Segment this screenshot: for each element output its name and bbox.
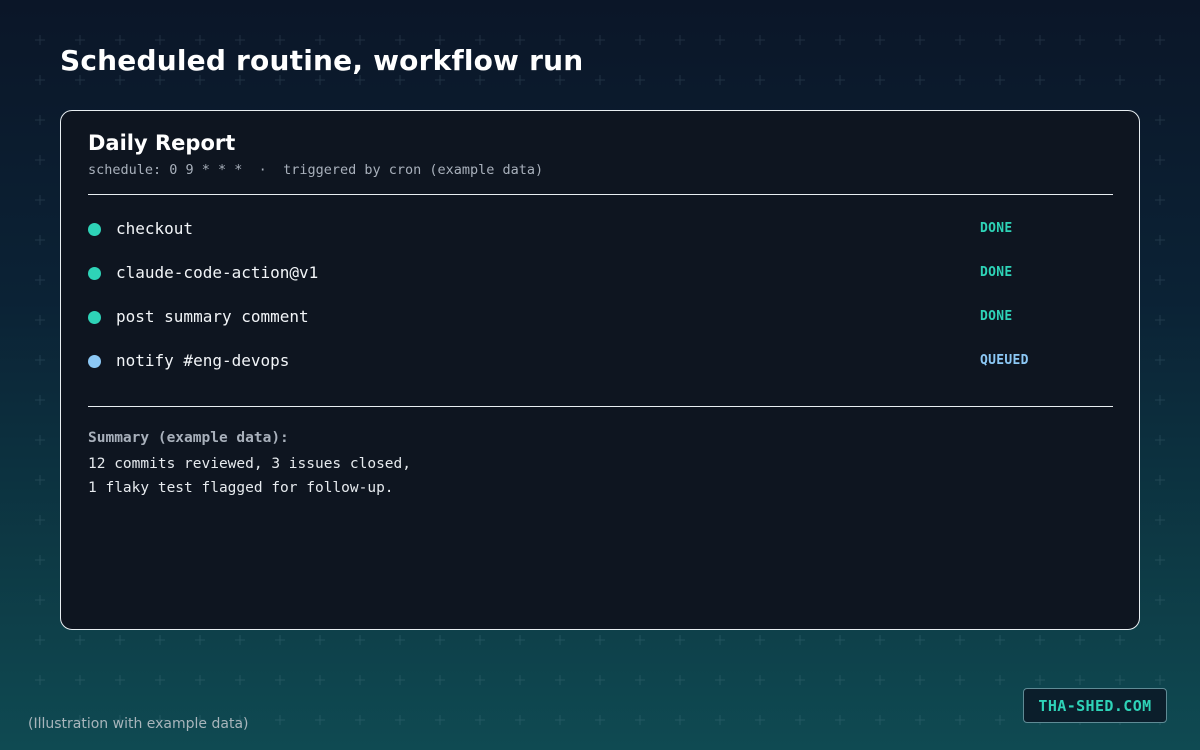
step-name: post summary comment [116, 307, 309, 326]
workflow-step: notify #eng-devops QUEUED [88, 343, 1113, 387]
step-name: claude-code-action@v1 [116, 263, 319, 282]
brand-badge: THA-SHED.COM [1023, 688, 1167, 723]
workflow-step: claude-code-action@v1 DONE [88, 255, 1113, 299]
summary-text-line: 1 flaky test flagged for follow-up. [88, 480, 394, 496]
status-dot-icon [88, 267, 101, 280]
step-status-badge: QUEUED [980, 353, 1029, 368]
workflow-title: Daily Report [88, 131, 236, 155]
step-name: notify #eng-devops [116, 351, 290, 370]
summary-label: Summary (example data): [88, 430, 289, 446]
header-divider [88, 194, 1113, 195]
workflow-run-card: Daily Report schedule: 0 9 * * * · trigg… [60, 110, 1140, 630]
step-status-badge: DONE [980, 309, 1013, 324]
status-dot-icon [88, 223, 101, 236]
status-dot-icon [88, 311, 101, 324]
workflow-steps-list: checkout DONE claude-code-action@v1 DONE… [88, 211, 1113, 387]
page-title: Scheduled routine, workflow run [60, 44, 584, 77]
status-dot-icon [88, 355, 101, 368]
workflow-schedule-subtitle: schedule: 0 9 * * * · triggered by cron … [88, 162, 544, 178]
step-status-badge: DONE [980, 221, 1013, 236]
workflow-step: post summary comment DONE [88, 299, 1113, 343]
summary-divider [88, 406, 1113, 407]
illustration-footnote: (Illustration with example data) [28, 716, 249, 732]
workflow-step: checkout DONE [88, 211, 1113, 255]
summary-text-line: 12 commits reviewed, 3 issues closed, [88, 456, 412, 472]
step-status-badge: DONE [980, 265, 1013, 280]
step-name: checkout [116, 219, 194, 238]
